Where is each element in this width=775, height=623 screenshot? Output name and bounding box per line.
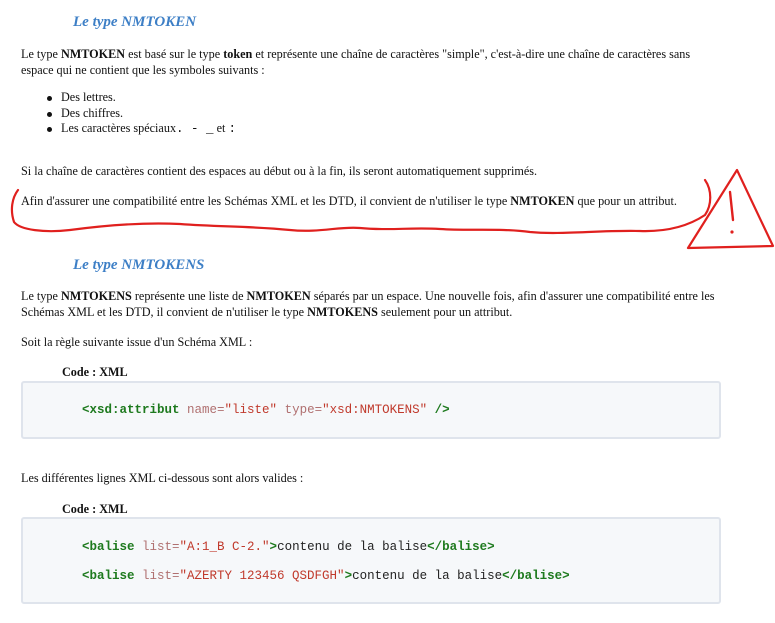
warning-dot — [730, 230, 734, 234]
red-annotation — [10, 168, 775, 250]
warning-bar — [728, 190, 735, 222]
annotation-loop — [10, 178, 712, 235]
warning-triangle-icon — [686, 168, 775, 250]
